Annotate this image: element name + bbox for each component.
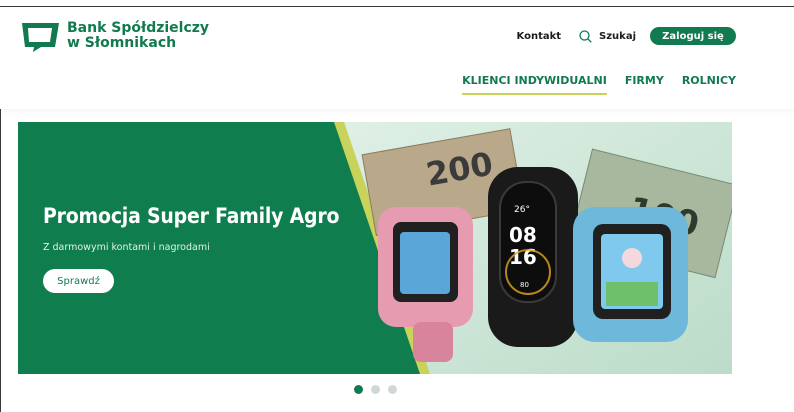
carousel-dot-3[interactable] [387,385,397,394]
contact-link[interactable]: Kontakt [517,31,562,42]
bank-name: Bank Spółdzielczy w Słomnikach [67,21,209,51]
band-time-hours: 08 [509,223,537,247]
promo-title: Promocja Super Family Agro [43,204,340,228]
bank-logo[interactable]: Bank Spółdzielczy w Słomnikach [19,21,209,53]
band-heart-readout: 80 [520,281,529,289]
nav-item-farmers[interactable]: ROLNICY [682,74,736,93]
nav-item-companies[interactable]: FIRMY [625,74,664,93]
site-header: Bank Spółdzielczy w Słomnikach Kontakt S… [0,7,794,109]
bank-name-line1: Bank Spółdzielczy [67,20,210,36]
carousel-dot-2[interactable] [370,385,380,394]
search-button[interactable]: Szukaj [579,29,636,43]
search-label: Szukaj [599,30,636,42]
login-button[interactable]: Zaloguj się [650,27,736,45]
promo-check-button[interactable]: Sprawdź [43,269,114,293]
bank-name-line2: w Słomnikach [67,35,177,51]
carousel-dot-1[interactable] [353,385,363,394]
top-actions: Kontakt Szukaj Zaloguj się [517,27,736,45]
nav-item-individual-clients[interactable]: KLIENCI INDYWIDUALNI [462,74,607,95]
band-temp-readout: 26° [514,205,530,215]
carousel-dots [0,385,750,394]
search-icon [579,29,592,43]
promo-subtitle: Z darmowymi kontami i nagrodami [43,242,210,253]
promo-banner: 200 100 26° 08 16 80 [18,122,732,374]
speech-bubble-logo-icon [22,23,59,52]
main-nav: KLIENCI INDYWIDUALNI FIRMY ROLNICY [444,74,736,95]
